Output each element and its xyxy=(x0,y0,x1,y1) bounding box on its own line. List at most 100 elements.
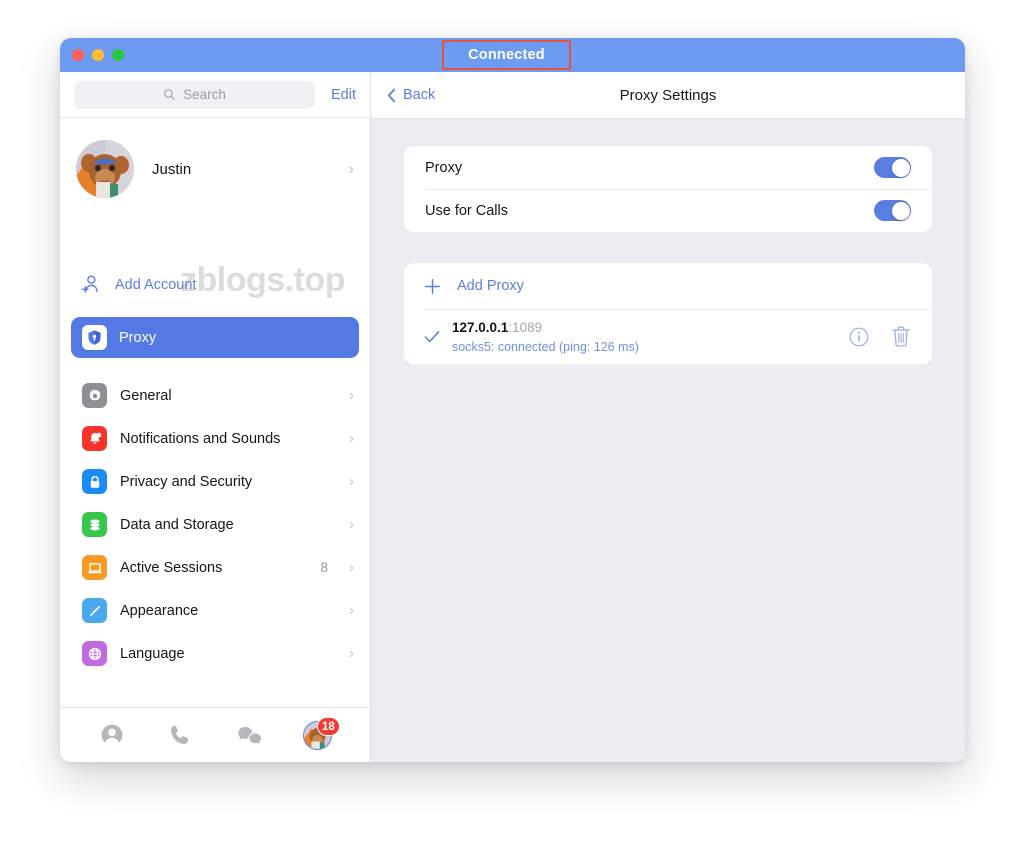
close-window-button[interactable] xyxy=(72,49,84,61)
sidebar-item-label: Appearance xyxy=(120,602,199,619)
sidebar-item-privacy-and-security[interactable]: Privacy and Security › xyxy=(60,460,370,503)
sidebar-item-proxy[interactable]: Proxy xyxy=(71,317,359,358)
bottom-tab-bar: 18 xyxy=(60,707,370,762)
trash-icon[interactable] xyxy=(890,325,912,348)
chevron-right-icon: › xyxy=(349,559,354,576)
back-button[interactable]: Back xyxy=(387,87,435,103)
app-window: Connected Search Edit Justin › zblogs.to… xyxy=(60,38,965,762)
proxy-status: socks5: connected (ping: 126 ms) xyxy=(452,340,639,354)
proxy-selected-check xyxy=(424,330,452,344)
proxy-toggle-label: Proxy xyxy=(425,159,463,176)
chevron-right-icon: › xyxy=(349,430,354,447)
database-icon-wrap xyxy=(82,512,107,537)
sidebar-item-count: 8 xyxy=(320,560,328,575)
use-for-calls-toggle[interactable] xyxy=(874,200,911,221)
database-icon xyxy=(89,519,100,530)
use-for-calls-row[interactable]: Use for Calls xyxy=(404,189,932,232)
globe-icon-wrap xyxy=(82,641,107,666)
toggle-knob xyxy=(891,158,910,177)
sidebar-item-language[interactable]: Language › xyxy=(60,632,370,675)
info-icon[interactable] xyxy=(848,326,870,348)
sidebar-item-proxy-label: Proxy xyxy=(119,329,157,346)
toggle-knob xyxy=(891,201,910,220)
bell-icon xyxy=(89,432,101,444)
shield-icon-wrap xyxy=(82,325,107,350)
tab-contacts[interactable] xyxy=(89,715,135,755)
unread-badge: 18 xyxy=(316,717,340,736)
sidebar-item-label: Language xyxy=(120,645,185,662)
add-proxy-label: Add Proxy xyxy=(457,278,524,294)
window-body: Search Edit Justin › zblogs.top Add Acco… xyxy=(60,72,965,762)
person-icon xyxy=(101,724,123,747)
traffic-lights xyxy=(72,49,124,61)
edit-button[interactable]: Edit xyxy=(331,87,356,103)
zoom-window-button[interactable] xyxy=(112,49,124,61)
laptop-icon xyxy=(87,562,102,573)
laptop-icon-wrap xyxy=(82,555,107,580)
proxy-port: :1089 xyxy=(508,320,543,335)
sidebar-item-general[interactable]: General › xyxy=(60,374,370,417)
connection-status-badge: Connected xyxy=(442,40,571,70)
bell-icon-wrap xyxy=(82,426,107,451)
minimize-window-button[interactable] xyxy=(92,49,104,61)
add-account-label: Add Account xyxy=(115,276,197,293)
proxy-actions xyxy=(848,325,912,348)
search-icon xyxy=(164,89,176,100)
sidebar-item-appearance[interactable]: Appearance › xyxy=(60,589,370,632)
tab-calls[interactable] xyxy=(158,715,204,755)
chevron-right-icon: › xyxy=(349,602,354,619)
proxy-toggle[interactable] xyxy=(874,157,911,178)
back-label: Back xyxy=(403,87,436,103)
page-title: Proxy Settings xyxy=(619,86,717,104)
sidebar: Search Edit Justin › zblogs.top Add Acco… xyxy=(60,72,371,762)
lock-icon xyxy=(90,475,99,488)
window-titlebar: Connected xyxy=(60,38,965,72)
tab-chats[interactable] xyxy=(226,715,272,755)
sidebar-item-active-sessions[interactable]: Active Sessions 8 › xyxy=(60,546,370,589)
sidebar-item-notifications-and-sounds[interactable]: Notifications and Sounds › xyxy=(60,417,370,460)
add-proxy-button[interactable]: Add Proxy xyxy=(404,263,932,309)
proxy-info: 127.0.0.1:1089 socks5: connected (ping: … xyxy=(452,319,848,354)
sidebar-toolbar: Search Edit xyxy=(60,72,370,118)
gear-icon xyxy=(89,389,100,401)
sidebar-item-label: Notifications and Sounds xyxy=(120,430,281,447)
connection-status-wrap: Connected xyxy=(60,38,965,72)
sidebar-scroll-area[interactable]: Justin › zblogs.top Add Account Proxy Ge… xyxy=(60,118,370,707)
avatar-image xyxy=(76,140,134,198)
sidebar-item-label: Active Sessions xyxy=(120,559,223,576)
proxy-settings-card: Proxy Use for Calls xyxy=(404,146,932,232)
search-input[interactable]: Search xyxy=(74,80,315,109)
profile-row[interactable]: Justin › xyxy=(60,118,370,208)
chevron-right-icon: › xyxy=(349,645,354,662)
proxy-address-line: 127.0.0.1:1089 xyxy=(452,319,848,337)
profile-name: Justin xyxy=(152,160,192,178)
add-account-button[interactable]: Add Account xyxy=(60,262,370,307)
proxy-toggle-row[interactable]: Proxy xyxy=(404,146,932,189)
profile-chevron-icon: › xyxy=(348,159,354,178)
main-content: Proxy Use for Calls Add Proxy 127.0.0.1:… xyxy=(371,119,965,762)
tab-settings[interactable]: 18 xyxy=(295,715,341,755)
add-person-icon xyxy=(81,275,98,293)
check-icon xyxy=(424,330,440,342)
search-placeholder: Search xyxy=(183,87,226,102)
main-panel: Back Proxy Settings Proxy Use for Calls xyxy=(371,72,965,762)
gear-icon-wrap xyxy=(82,383,107,408)
sidebar-item-data-and-storage[interactable]: Data and Storage › xyxy=(60,503,370,546)
paintbrush-icon-wrap xyxy=(82,598,107,623)
proxy-host: 127.0.0.1 xyxy=(452,320,509,335)
proxy-list-item[interactable]: 127.0.0.1:1089 socks5: connected (ping: … xyxy=(404,309,932,364)
globe-icon xyxy=(88,647,101,660)
phone-icon xyxy=(171,725,189,744)
sidebar-nav-list: General › Notifications and Sounds › Pri… xyxy=(60,358,370,675)
chevron-right-icon: › xyxy=(349,387,354,404)
chat-bubbles-icon xyxy=(238,726,262,746)
shield-icon xyxy=(88,330,101,345)
chevron-left-icon xyxy=(387,88,396,102)
avatar xyxy=(76,140,134,198)
sidebar-item-label: Privacy and Security xyxy=(120,473,253,490)
lock-icon-wrap xyxy=(82,469,107,494)
chevron-right-icon: › xyxy=(349,516,354,533)
paintbrush-icon xyxy=(89,605,100,616)
proxy-list-card: Add Proxy 127.0.0.1:1089 socks5: connect… xyxy=(404,263,932,364)
sidebar-item-label: Data and Storage xyxy=(120,516,234,533)
